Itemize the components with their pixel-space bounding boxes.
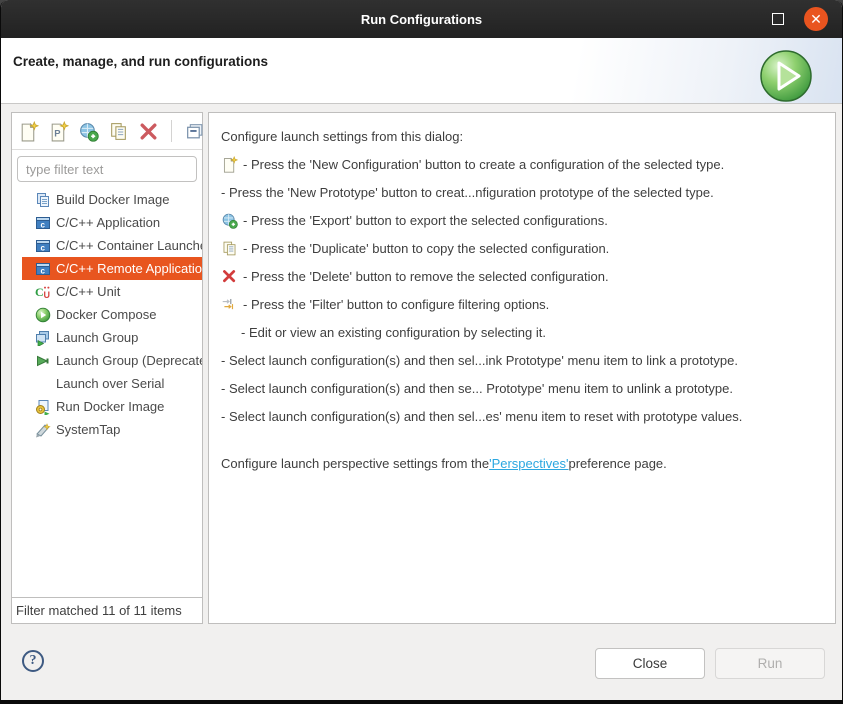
filter-match-status: Filter matched 11 of 11 items bbox=[12, 597, 202, 623]
perspective-prefix: Configure launch perspective settings fr… bbox=[221, 456, 489, 471]
tree-item-label: C/C++ Unit bbox=[56, 284, 120, 299]
instructions-intro-text: Configure launch settings from this dial… bbox=[221, 129, 463, 144]
instruction-delete: - Press the 'Delete' button to remove th… bbox=[215, 262, 829, 290]
instructions-intro: Configure launch settings from this dial… bbox=[215, 122, 829, 150]
instruction-filter: - Press the 'Filter' button to configure… bbox=[215, 290, 829, 318]
docker-compose-icon bbox=[35, 307, 51, 323]
instruction-text: - Press the 'Export' button to export th… bbox=[243, 213, 608, 228]
tree-item-label: Docker Compose bbox=[56, 307, 156, 322]
window-title: Run Configurations bbox=[361, 12, 482, 27]
tree-item-systemtap[interactable]: SystemTap bbox=[22, 418, 202, 441]
configuration-type-tree: Build Docker Image C/C++ Application C/C… bbox=[12, 185, 202, 597]
tree-item-label: C/C++ Remote Application bbox=[56, 261, 202, 276]
tree-item-launch-over-serial[interactable]: Launch over Serial bbox=[22, 372, 202, 395]
instruction-export: - Press the 'Export' button to export th… bbox=[215, 206, 829, 234]
cpp-application-icon bbox=[35, 261, 51, 277]
toolbar-separator bbox=[171, 120, 172, 142]
dialog-header-title: Create, manage, and run configurations bbox=[13, 54, 268, 69]
tree-item-label: Run Docker Image bbox=[56, 399, 164, 414]
instruction-text: - Press the 'Delete' button to remove th… bbox=[243, 269, 609, 284]
run-configurations-dialog: Run Configurations ✕ Create, manage, and… bbox=[0, 0, 843, 704]
cpp-application-icon bbox=[35, 238, 51, 254]
instruction-link-prototype: - Select launch configuration(s) and the… bbox=[215, 346, 829, 374]
run-button[interactable]: Run bbox=[715, 648, 825, 679]
header-separator bbox=[1, 103, 842, 104]
instruction-reset-prototype: - Select launch configuration(s) and the… bbox=[215, 402, 829, 430]
blank-icon bbox=[35, 376, 51, 392]
delete-icon bbox=[221, 268, 238, 285]
cpp-application-icon bbox=[35, 215, 51, 231]
tree-item-label: SystemTap bbox=[56, 422, 120, 437]
tree-item-label: Launch Group (Deprecated) bbox=[56, 353, 202, 368]
instruction-unlink-prototype: - Select launch configuration(s) and the… bbox=[215, 374, 829, 402]
new-configuration-button[interactable] bbox=[18, 121, 39, 142]
instruction-text: - Select launch configuration(s) and the… bbox=[221, 409, 742, 424]
instruction-text: - Select launch configuration(s) and the… bbox=[221, 381, 733, 396]
systemtap-icon bbox=[35, 422, 51, 438]
tree-item-run-docker-image[interactable]: Run Docker Image bbox=[22, 395, 202, 418]
question-mark-icon: ? bbox=[30, 653, 37, 669]
tree-item-cpp-container-launcher[interactable]: C/C++ Container Launcher bbox=[22, 234, 202, 257]
tree-item-cpp-application[interactable]: C/C++ Application bbox=[22, 211, 202, 234]
launch-group-deprecated-icon bbox=[35, 353, 51, 369]
filter-icon bbox=[221, 296, 238, 313]
run-docker-image-icon bbox=[35, 399, 51, 415]
perspective-suffix: preference page. bbox=[568, 456, 666, 471]
run-configurations-icon bbox=[758, 48, 814, 104]
close-icon: ✕ bbox=[810, 12, 822, 26]
instructions-panel: Configure launch settings from this dial… bbox=[208, 112, 836, 624]
help-button[interactable]: ? bbox=[22, 650, 44, 672]
perspective-settings-line: Configure launch perspective settings fr… bbox=[215, 449, 829, 477]
dialog-header: Create, manage, and run configurations bbox=[1, 38, 842, 103]
new-prototype-button[interactable] bbox=[48, 121, 69, 142]
instruction-new-configuration: - Press the 'New Configuration' button t… bbox=[215, 150, 829, 178]
maximize-button[interactable] bbox=[772, 13, 784, 25]
launch-types-panel: Build Docker Image C/C++ Application C/C… bbox=[11, 112, 203, 624]
tree-item-label: Launch over Serial bbox=[56, 376, 164, 391]
instruction-edit-view: - Edit or view an existing configuration… bbox=[215, 318, 829, 346]
tree-item-build-docker-image[interactable]: Build Docker Image bbox=[22, 188, 202, 211]
tree-item-label: C/C++ Application bbox=[56, 215, 160, 230]
new-configuration-icon bbox=[221, 156, 238, 173]
export-button[interactable] bbox=[78, 121, 99, 142]
launch-group-icon bbox=[35, 330, 51, 346]
cpp-unit-icon bbox=[35, 284, 51, 300]
duplicate-button[interactable] bbox=[108, 121, 129, 142]
collapse-all-button[interactable] bbox=[184, 121, 205, 142]
instruction-new-prototype: - Press the 'New Prototype' button to cr… bbox=[215, 178, 829, 206]
tree-item-label: Build Docker Image bbox=[56, 192, 169, 207]
tree-item-docker-compose[interactable]: Docker Compose bbox=[22, 303, 202, 326]
tree-item-launch-group-deprecated[interactable]: Launch Group (Deprecated) bbox=[22, 349, 202, 372]
instruction-text: - Select launch configuration(s) and the… bbox=[221, 353, 738, 368]
perspectives-link[interactable]: 'Perspectives' bbox=[489, 456, 568, 471]
delete-button[interactable] bbox=[138, 121, 159, 142]
instruction-text: - Press the 'New Configuration' button t… bbox=[243, 157, 724, 172]
titlebar: Run Configurations ✕ bbox=[1, 0, 842, 38]
tree-item-cpp-unit[interactable]: C/C++ Unit bbox=[22, 280, 202, 303]
build-docker-image-icon bbox=[35, 192, 51, 208]
instruction-text: - Edit or view an existing configuration… bbox=[241, 325, 546, 340]
tree-item-label: Launch Group bbox=[56, 330, 138, 345]
duplicate-icon bbox=[221, 240, 238, 257]
tree-item-cpp-remote-application[interactable]: C/C++ Remote Application bbox=[22, 257, 202, 280]
instruction-text: - Press the 'New Prototype' button to cr… bbox=[221, 185, 714, 200]
tree-item-launch-group[interactable]: Launch Group bbox=[22, 326, 202, 349]
filter-input[interactable] bbox=[17, 156, 197, 182]
tree-toolbar bbox=[12, 113, 202, 150]
instruction-text: - Press the 'Filter' button to configure… bbox=[243, 297, 549, 312]
export-icon bbox=[221, 212, 238, 229]
instruction-text: - Press the 'Duplicate' button to copy t… bbox=[243, 241, 609, 256]
instruction-duplicate: - Press the 'Duplicate' button to copy t… bbox=[215, 234, 829, 262]
close-window-button[interactable]: ✕ bbox=[804, 7, 828, 31]
tree-item-label: C/C++ Container Launcher bbox=[56, 238, 202, 253]
close-button[interactable]: Close bbox=[595, 648, 705, 679]
